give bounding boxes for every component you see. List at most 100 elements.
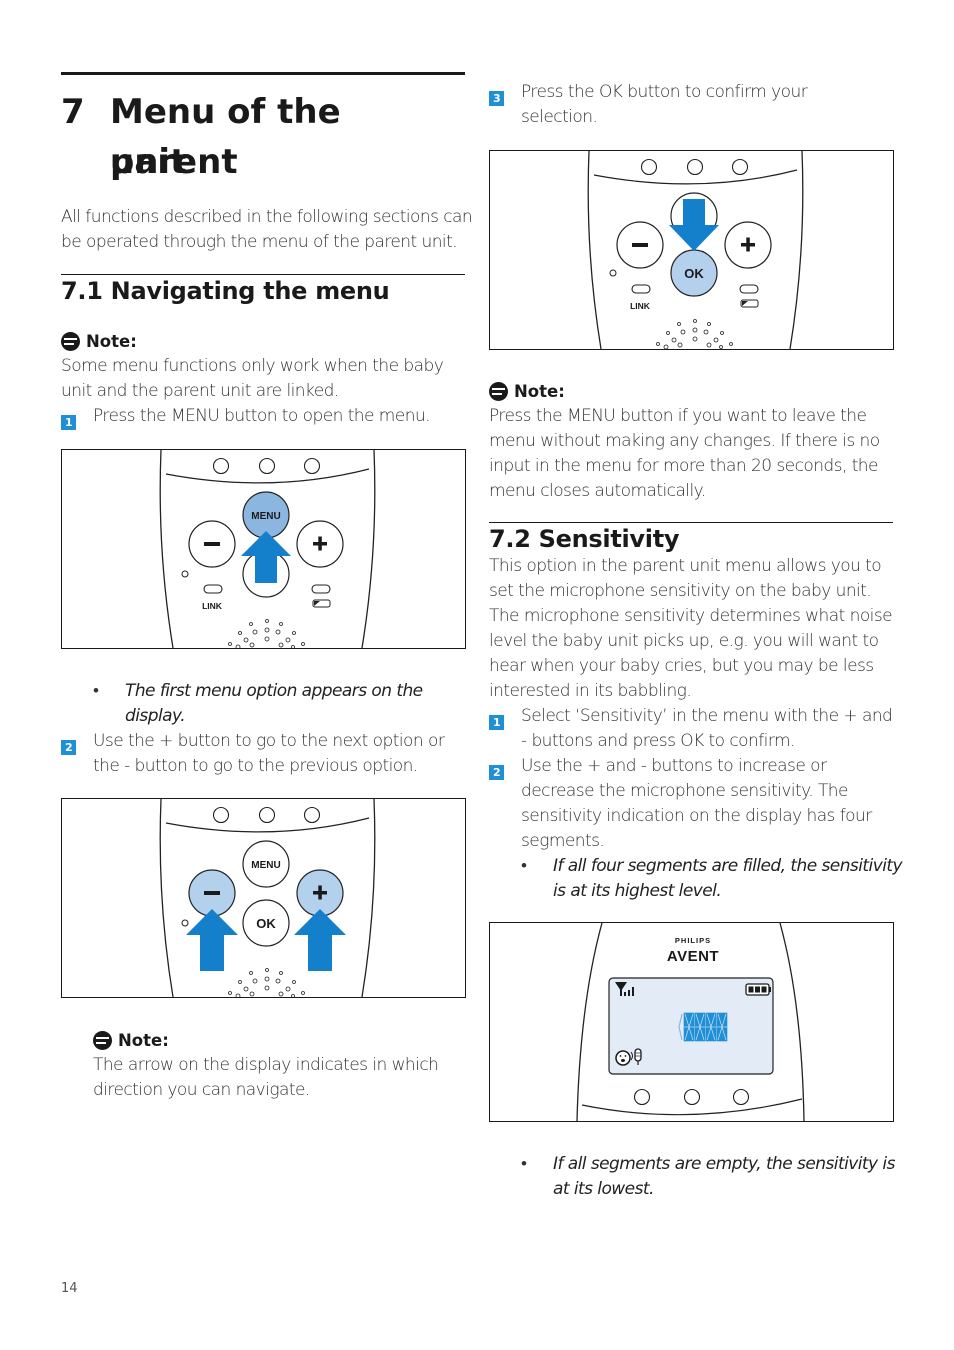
section-rule bbox=[489, 522, 893, 523]
brand-avent: AVENT bbox=[667, 948, 719, 965]
indicator-led bbox=[303, 457, 321, 475]
indicator-led bbox=[258, 806, 276, 824]
intro-line: All functions described in the following… bbox=[61, 207, 473, 227]
chapter-number: 7 bbox=[61, 92, 85, 132]
bullet-line: display. bbox=[125, 706, 186, 726]
step-line: Use the + and - buttons to increase or bbox=[521, 756, 827, 776]
step-1: 1 Press the MENU button to open the menu… bbox=[61, 404, 481, 434]
note-label: Note: bbox=[118, 1031, 169, 1050]
step-2: 2 Use the + button to go to the next opt… bbox=[61, 729, 481, 779]
step-line: decrease the microphone sensitivity. The bbox=[521, 781, 848, 801]
bullet-highest-level: • If all four segments are filled, the s… bbox=[489, 854, 909, 904]
step-3: 3 Press the OK button to confirm your se… bbox=[489, 80, 909, 130]
device-outline-right bbox=[361, 450, 376, 648]
bullet-line: If all four segments are filled, the sen… bbox=[553, 856, 903, 876]
note-icon bbox=[489, 382, 508, 401]
indicator-led bbox=[212, 457, 230, 475]
intro-line: The microphone sensitivity determines wh… bbox=[489, 606, 893, 626]
sensitivity-intro: This option in the parent unit menu allo… bbox=[489, 554, 909, 904]
note-icon bbox=[93, 1031, 112, 1050]
speaker-grille bbox=[228, 619, 305, 648]
step-number-badge: 2 bbox=[61, 740, 76, 755]
note-block-1: Note: Some menu functions only work when… bbox=[61, 329, 481, 434]
minus-icon bbox=[204, 891, 220, 895]
indicator-led bbox=[732, 1088, 750, 1106]
chapter-intro: All functions described in the following… bbox=[61, 205, 481, 255]
chapter-title: 7 Menu of the parent unit bbox=[61, 87, 465, 187]
note-text: Some menu functions only work when the b… bbox=[61, 354, 481, 404]
indicator-led bbox=[640, 158, 658, 176]
note-text: The arrow on the display indicates in wh… bbox=[93, 1053, 483, 1103]
speaker-grille bbox=[656, 319, 733, 349]
device-outline-left bbox=[159, 450, 174, 648]
bullet-line: is at its highest level. bbox=[553, 881, 722, 901]
battery-button bbox=[739, 284, 759, 294]
bullet-dot: • bbox=[521, 1154, 527, 1174]
device-outline-right bbox=[779, 923, 805, 1121]
note-text: Press the MENU button if you want to lea… bbox=[489, 404, 909, 504]
minus-icon bbox=[632, 243, 648, 247]
figure-ok-button: OK LINK bbox=[489, 150, 894, 350]
link-label: LINK bbox=[202, 601, 223, 611]
step-line: - buttons and press OK to confirm. bbox=[521, 731, 795, 751]
step-line: the - button to go to the previous optio… bbox=[93, 756, 418, 776]
bullet-text: If all segments are empty, the sensitivi… bbox=[553, 1152, 895, 1202]
note-line: menu closes automatically. bbox=[489, 481, 706, 501]
sensitivity-step-1: 1 Select ‘Sensitivity’ in the menu with … bbox=[489, 704, 909, 754]
arrow-up-icon bbox=[186, 909, 238, 971]
intro-line: hear when your baby cries, but you may b… bbox=[489, 656, 874, 676]
link-button bbox=[203, 584, 223, 594]
page-number: 14 bbox=[61, 1281, 78, 1296]
parent-unit-illustration: MENU LINK bbox=[159, 450, 376, 648]
note-block-3: Note: Press the MENU button if you want … bbox=[489, 379, 909, 504]
step-number-badge: 2 bbox=[489, 765, 504, 780]
step-text: Press the OK button to confirm your sele… bbox=[521, 80, 808, 130]
indicator-led bbox=[683, 1088, 701, 1106]
intro-line: This option in the parent unit menu allo… bbox=[489, 556, 882, 576]
note-line: menu without making any changes. If ther… bbox=[489, 431, 880, 451]
note-label: Note: bbox=[514, 382, 565, 401]
parent-unit-illustration: MENU OK bbox=[159, 799, 376, 997]
figure-menu-button: MENU LINK bbox=[61, 449, 466, 649]
bullet-dot: • bbox=[521, 856, 527, 876]
menu-button-label: MENU bbox=[251, 860, 280, 871]
note-icon bbox=[61, 332, 80, 351]
step-line: Select ‘Sensitivity’ in the menu with th… bbox=[521, 706, 893, 726]
battery-bar bbox=[748, 986, 754, 993]
note-line: Some menu functions only work when the b… bbox=[61, 356, 444, 376]
step-number-badge: 3 bbox=[489, 91, 504, 106]
intro-line: set the microphone sensitivity on the ba… bbox=[489, 581, 872, 601]
parent-unit-display-illustration: PHILIPS AVENT bbox=[576, 923, 805, 1121]
bullet-line: If all segments are empty, the sensitivi… bbox=[553, 1154, 895, 1174]
indicator-led bbox=[633, 1088, 651, 1106]
battery-bar bbox=[755, 986, 760, 993]
figure-plus-minus-buttons: MENU OK bbox=[61, 798, 466, 998]
note-label: Note: bbox=[86, 332, 137, 351]
ok-button-label: OK bbox=[256, 916, 276, 931]
section-rule bbox=[61, 274, 465, 275]
step-line: segments. bbox=[521, 831, 605, 851]
intro-line: level the baby unit picks up, e.g. you w… bbox=[489, 631, 879, 651]
indicator-led bbox=[258, 457, 276, 475]
indicator-led bbox=[686, 158, 704, 176]
indicator-led bbox=[212, 806, 230, 824]
minus-icon bbox=[204, 542, 220, 546]
note-line: direction you can navigate. bbox=[93, 1080, 310, 1100]
step-number-badge: 1 bbox=[489, 715, 504, 730]
bullet-text: The first menu option appears on the dis… bbox=[125, 679, 423, 729]
menu-button-label: MENU bbox=[251, 511, 280, 522]
bullet-lowest-level: • If all segments are empty, the sensiti… bbox=[489, 1152, 909, 1202]
bullet-first-option: • The first menu option appears on the d… bbox=[61, 679, 481, 779]
chapter-title-line2: unit bbox=[110, 142, 187, 182]
bullet-text: If all four segments are filled, the sen… bbox=[553, 854, 903, 904]
note-line: unit and the parent unit are linked. bbox=[61, 381, 339, 401]
step-number-badge: 1 bbox=[61, 415, 76, 430]
step-text: Use the + button to go to the next optio… bbox=[93, 729, 445, 779]
device-outline-left bbox=[576, 923, 603, 1121]
note-block-2: Note: The arrow on the display indicates… bbox=[93, 1028, 483, 1103]
battery-button bbox=[311, 584, 331, 594]
microphone-hole bbox=[181, 570, 189, 578]
note-line: Press the MENU button if you want to lea… bbox=[489, 406, 867, 426]
link-label: LINK bbox=[630, 301, 651, 311]
section-heading-7-1: 7.1 Navigating the menu bbox=[61, 277, 390, 305]
